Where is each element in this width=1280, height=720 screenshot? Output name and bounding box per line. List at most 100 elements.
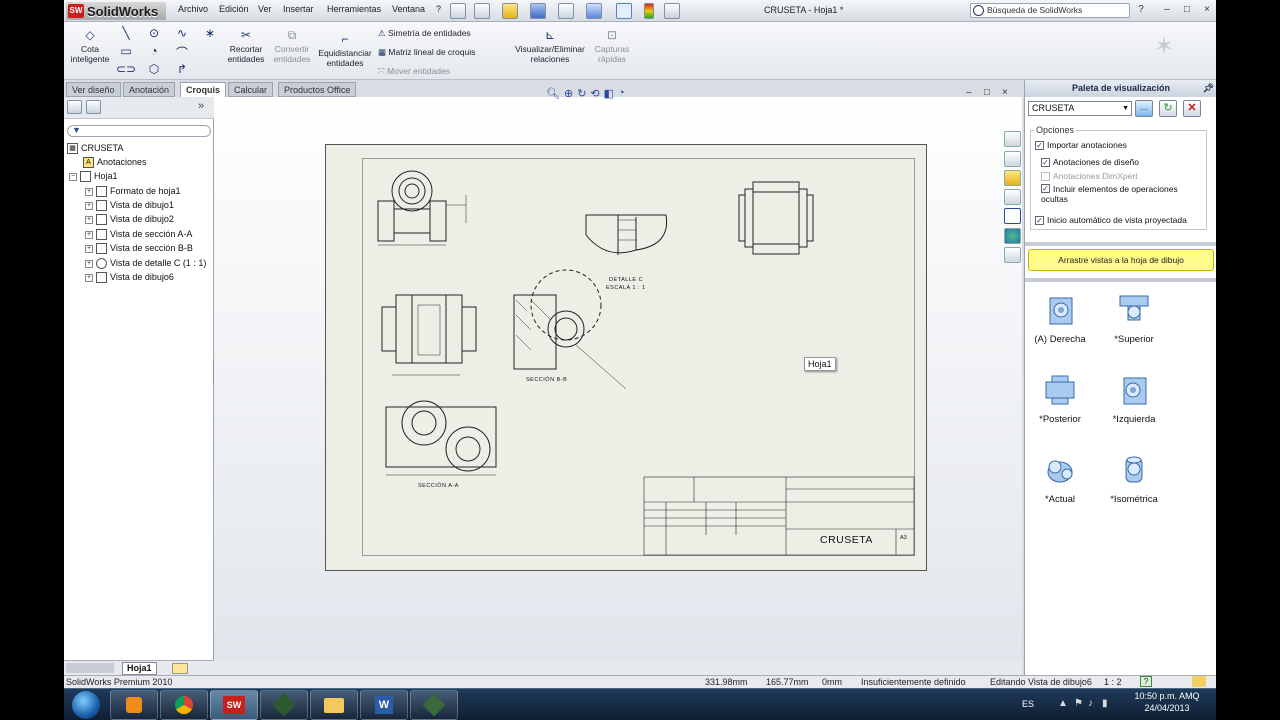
new-document-icon[interactable] [474,3,490,19]
sheet-tab-hoja1[interactable]: Hoja1 [122,662,157,675]
move-entities-button[interactable]: ⤧ Mover entidades [378,66,450,76]
option-import-annotations[interactable]: ✓ Importar anotaciones [1035,140,1127,151]
solidworks-logo[interactable]: SW SolidWorks [66,2,166,20]
expand-icon[interactable]: + [85,215,93,224]
tree-item[interactable]: + Vista de sección B-B [85,243,193,255]
tree-root[interactable]: ▦ CRUSETA [67,143,123,155]
quick-snaps-button[interactable]: ⊡ Capturas rápidas [590,28,634,64]
arc-icon[interactable]: ◔ [144,44,164,58]
tab-ver-diseno[interactable]: Ver diseño [66,82,121,97]
save-icon[interactable] [530,3,546,19]
text-sketch-icon[interactable]: ↱ [172,62,192,76]
rectangle-icon[interactable]: ▭ [116,44,136,58]
view-minimize-button[interactable]: – [966,87,972,98]
point-icon[interactable]: ∗ [200,26,220,40]
graphics-scroll-bar[interactable] [214,660,1022,675]
view-restore-button[interactable]: □ [984,87,990,98]
view-close-button[interactable]: × [1002,87,1008,98]
print-icon[interactable] [558,3,574,19]
custom-properties-icon[interactable] [1004,247,1021,263]
menu-herramientas[interactable]: Herramientas [327,4,381,14]
explorer-icon[interactable] [310,690,358,720]
tree-item-anotaciones[interactable]: A Anotaciones [83,157,147,169]
checkbox-checked[interactable]: ✓ [1041,184,1050,193]
search-input[interactable]: Búsqueda de SolidWorks [970,3,1130,18]
tree-item[interactable]: + Formato de hoja1 [85,186,181,198]
browse-button[interactable]: … [1135,100,1153,117]
tree-item[interactable]: + Vista de sección A-A [85,229,192,241]
tree-item[interactable]: + Vista de dibujo1 [85,200,174,212]
views-splitter[interactable] [1025,278,1216,282]
options-splitter[interactable] [1025,242,1216,246]
design-library-icon[interactable] [1004,151,1021,167]
add-sheet-icon[interactable] [172,663,188,674]
menu-archivo[interactable]: Archivo [178,4,208,14]
view-settings-icon[interactable]: ◔ [618,87,625,101]
previous-view-icon[interactable]: ↻ [577,87,586,101]
tree-filter-input[interactable]: ▼ [67,125,211,137]
expand-icon[interactable]: + [85,244,93,253]
fillet-icon[interactable]: ⌒ [172,44,192,61]
media-player-icon[interactable] [110,690,158,720]
help-icon[interactable]: ? [1140,676,1152,687]
appearances-icon[interactable] [1004,228,1021,244]
display-style-icon[interactable]: ◧ [604,87,614,101]
search-results-icon[interactable] [1004,189,1021,205]
start-button-icon[interactable] [72,691,100,719]
view-palette-icon[interactable] [1004,208,1021,224]
help-button[interactable]: ? [1134,4,1148,17]
menu-ver[interactable]: Ver [258,4,272,14]
tab-calcular[interactable]: Calcular [228,82,274,97]
word-icon[interactable]: W [360,690,408,720]
close-button[interactable]: × [1200,4,1214,17]
feature-tree-icon[interactable] [67,100,82,114]
status-scale[interactable]: 1 : 2 [1104,676,1122,688]
tree-item-hoja1[interactable]: − Hoja1 [69,171,118,183]
circle-icon[interactable]: ⊙ [144,26,164,40]
home-icon[interactable] [1004,131,1021,147]
offset-entities-button[interactable]: ⌐ Equidistanciar entidades [316,32,374,68]
view-thumb-posterior[interactable]: *Posterior [1025,372,1095,425]
document-select[interactable]: CRUSETA ▼ [1028,101,1132,116]
option-auto-projected[interactable]: ✓ Inicio automático de vista proyectada [1035,215,1187,226]
zoom-area-icon[interactable]: ⊕ [564,87,573,101]
expand-panel-icon[interactable]: » [198,100,204,112]
option-design-annotations[interactable]: ✓ Anotaciones de diseño [1041,157,1139,168]
linear-pattern-button[interactable]: ▦ Matriz lineal de croquis [378,47,475,57]
tree-item[interactable]: + Vista de dibujo6 [85,272,174,284]
rotate-icon[interactable]: ⟲ [590,87,599,101]
select-cursor-icon[interactable] [616,3,632,19]
solidworks-taskbar-icon[interactable]: SW [210,690,258,720]
view-thumb-isometrica[interactable]: *Isométrica [1099,452,1169,505]
trim-entities-button[interactable]: ✂ Recortar entidades [224,28,268,64]
sheet-nav-arrows[interactable] [66,663,114,673]
expand-icon[interactable]: + [85,187,93,196]
menu-insertar[interactable]: Insertar [283,4,314,14]
file-explorer-icon[interactable] [1004,170,1021,186]
tag-icon[interactable] [1192,676,1206,687]
network-icon[interactable]: ⚑ [1074,698,1083,709]
expand-icon[interactable]: + [85,273,93,282]
checkbox-checked[interactable]: ✓ [1035,216,1044,226]
undo-icon[interactable] [586,3,602,19]
open-folder-icon[interactable] [502,3,518,19]
options-icon[interactable] [664,3,680,19]
slot-icon[interactable]: ⊂⊃ [116,62,136,76]
drawing-sheet[interactable]: DETALLE C ESCALA 1 : 1 SECCIÓN B-B SECCI… [325,144,927,571]
tab-anotacion[interactable]: Anotación [123,82,176,97]
tree-item[interactable]: + Vista de detalle C (1 : 1) [85,258,206,270]
tray-arrow-icon[interactable]: ▲ [1058,698,1068,709]
language-indicator[interactable]: ES [1022,699,1034,709]
checkbox-checked[interactable]: ✓ [1035,141,1044,151]
option-hidden-features[interactable]: ✓ Incluir elementos de operaciones oculta… [1041,184,1201,204]
system-clock[interactable]: 10:50 p.m. AMQ 24/04/2013 [1122,690,1212,714]
polygon-icon[interactable]: ⬡ [144,62,164,76]
tree-item[interactable]: + Vista de dibujo2 [85,214,174,226]
chrome-icon[interactable] [160,690,208,720]
view-thumb-derecha[interactable]: (A) Derecha [1025,292,1095,345]
restore-button[interactable]: □ [1180,4,1194,17]
view-thumb-actual[interactable]: *Actual [1025,452,1095,505]
refresh-button[interactable]: ↻ [1159,100,1177,117]
spline-icon[interactable]: ∿ [172,26,192,40]
convert-entities-button[interactable]: ⧉ Convertir entidades [270,28,314,64]
